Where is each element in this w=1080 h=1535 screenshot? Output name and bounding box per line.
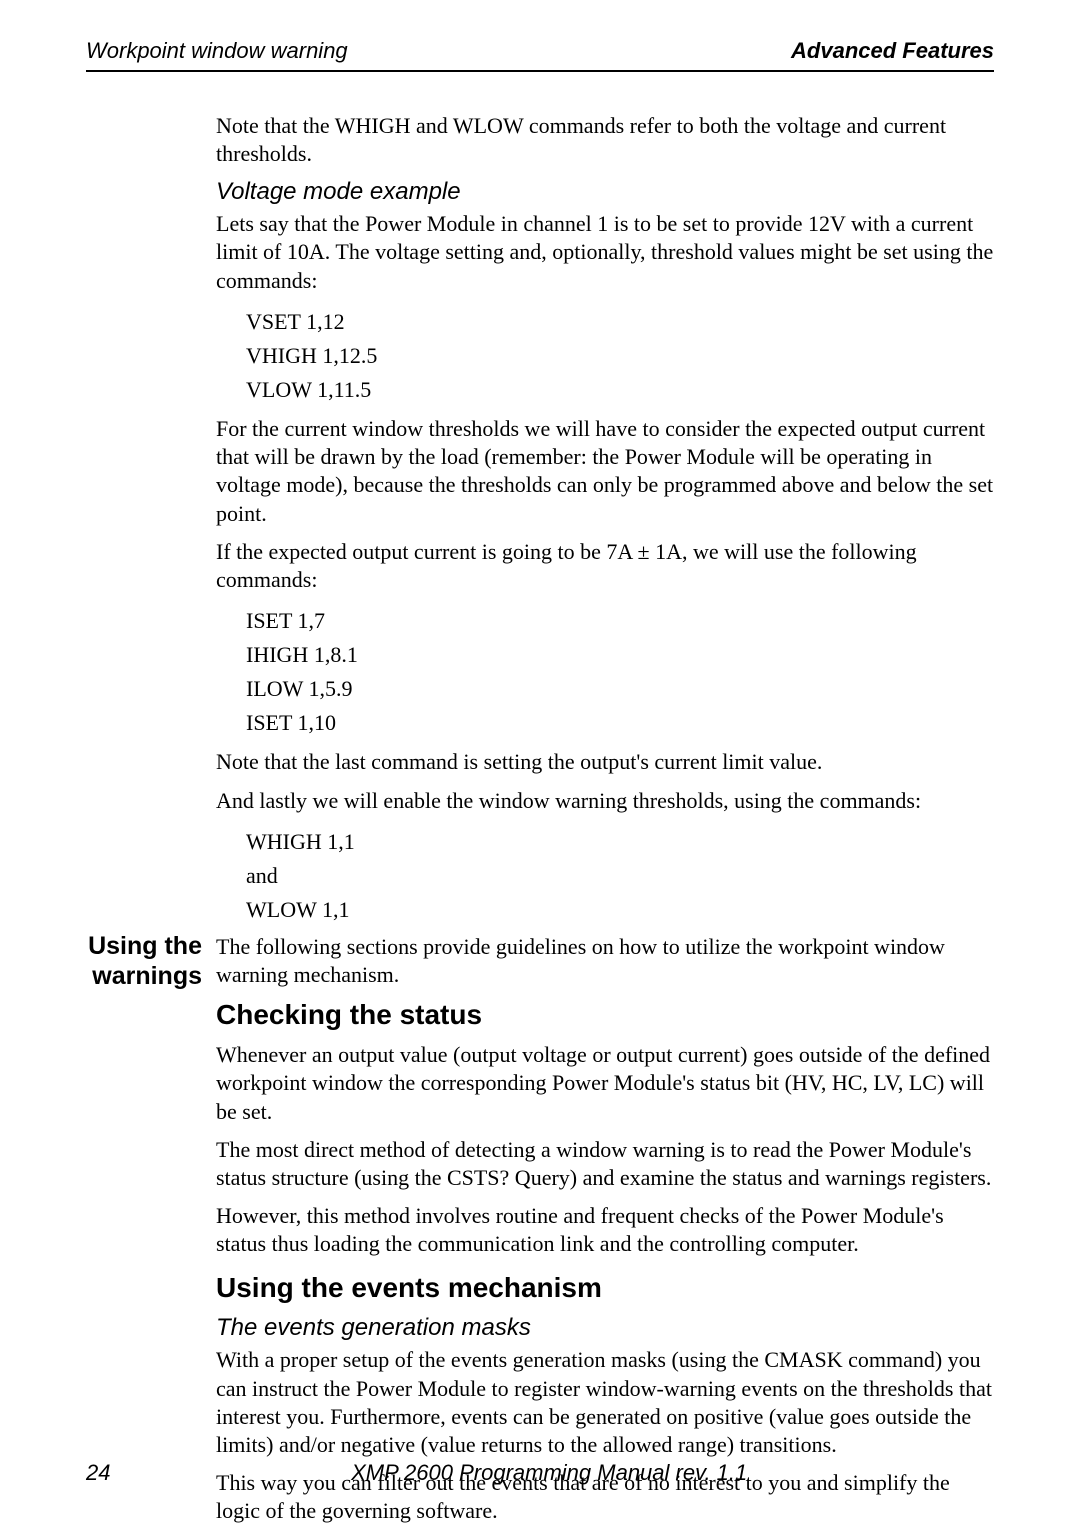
events-heading: Using the events mechanism [216, 1272, 994, 1304]
header-right: Advanced Features [791, 38, 994, 64]
cmd-line: WLOW 1,1 [246, 893, 994, 927]
cmd-line: ISET 1,10 [246, 706, 994, 740]
cmd-line: WHIGH 1,1 [246, 825, 994, 859]
using-warnings-intro: The following sections provide guideline… [216, 933, 994, 989]
checking-p1: Whenever an output value (output voltage… [216, 1041, 994, 1125]
cmd-line: and [246, 859, 994, 893]
page: Workpoint window warning Advanced Featur… [0, 0, 1080, 1528]
footer-title: XMP 2600 Programming Manual rev. 1.1 [351, 1460, 747, 1486]
cmd-line: VSET 1,12 [246, 305, 994, 339]
using-warnings-body: The following sections provide guideline… [216, 933, 994, 1535]
page-number: 24 [86, 1460, 110, 1486]
cmd-line: ISET 1,7 [246, 604, 994, 638]
header-rule [86, 70, 994, 72]
voltage-p4: Note that the last command is setting th… [216, 748, 994, 776]
checking-p2: The most direct method of detecting a wi… [216, 1136, 994, 1192]
cmd-block-1: VSET 1,12 VHIGH 1,12.5 VLOW 1,11.5 [246, 305, 994, 407]
page-header: Workpoint window warning Advanced Featur… [86, 38, 994, 64]
page-footer: 24 XMP 2600 Programming Manual rev. 1.1 … [86, 1460, 994, 1486]
header-left: Workpoint window warning [86, 38, 348, 64]
using-warnings-row: Using the warnings The following section… [86, 933, 994, 1535]
voltage-p1: Lets say that the Power Module in channe… [216, 210, 994, 294]
cmd-line: ILOW 1,5.9 [246, 672, 994, 706]
intro-note: Note that the WHIGH and WLOW commands re… [216, 112, 994, 168]
voltage-p5: And lastly we will enable the window war… [216, 787, 994, 815]
cmd-line: IHIGH 1,8.1 [246, 638, 994, 672]
content-block-1: Note that the WHIGH and WLOW commands re… [216, 112, 994, 927]
checking-p3: However, this method involves routine an… [216, 1202, 994, 1258]
voltage-p3: If the expected output current is going … [216, 538, 994, 594]
side-label-using-warnings: Using the warnings [86, 931, 216, 991]
cmd-line: VHIGH 1,12.5 [246, 339, 994, 373]
events-subhead: The events generation masks [216, 1314, 994, 1342]
cmd-block-3: WHIGH 1,1 and WLOW 1,1 [246, 825, 994, 927]
voltage-p2: For the current window thresholds we wil… [216, 415, 994, 528]
side-label-line1: Using the [86, 931, 202, 961]
cmd-line: VLOW 1,11.5 [246, 373, 994, 407]
events-p1: With a proper setup of the events genera… [216, 1346, 994, 1459]
side-label-line2: warnings [86, 961, 202, 991]
cmd-block-2: ISET 1,7 IHIGH 1,8.1 ILOW 1,5.9 ISET 1,1… [246, 604, 994, 740]
voltage-mode-heading: Voltage mode example [216, 178, 994, 206]
checking-status-heading: Checking the status [216, 999, 994, 1031]
